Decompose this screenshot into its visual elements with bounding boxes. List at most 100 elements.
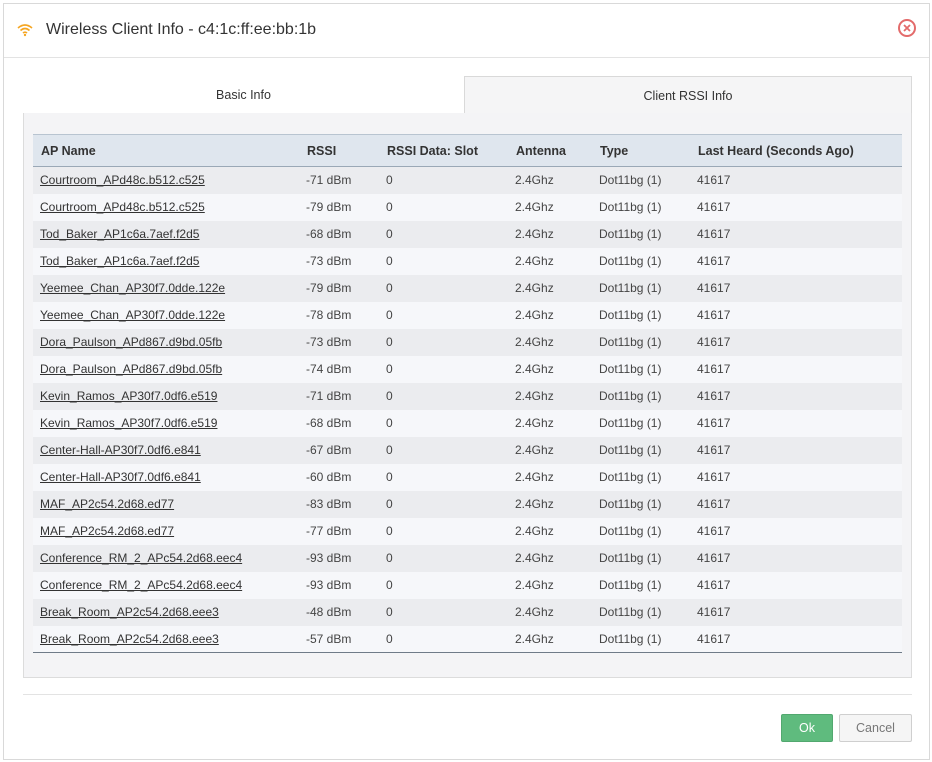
last-heard-cell: 41617	[697, 173, 731, 188]
last-heard-cell: 41617	[697, 362, 731, 376]
table-row: Kevin_Ramos_AP30f7.0df6.e519 -71 dBm 0 2.4G…	[33, 382, 902, 410]
slot-cell: 0	[386, 335, 393, 349]
ap-name-link[interactable]: Kevin_Ramos_AP30f7.0df6.e519	[40, 416, 217, 430]
antenna-cell: 2.4Ghz	[515, 281, 554, 295]
slot-cell: 0	[386, 497, 393, 511]
ap-name-link[interactable]: Break_Room_AP2c54.2d68.eee3	[40, 605, 219, 619]
table-row: Courtroom_APd48c.b512.c525 -71 dBm 0 2.4Ghz…	[33, 166, 902, 194]
type-cell: Dot11bg (1)	[599, 470, 662, 484]
last-heard-cell: 41617	[697, 470, 731, 484]
slot-cell: 0	[386, 389, 393, 403]
table-row: Center-Hall-AP30f7.0df6.e841 -67 dBm 0 2.4G…	[33, 436, 902, 464]
slot-cell: 0	[386, 443, 393, 457]
slot-cell: 0	[386, 254, 393, 268]
antenna-cell: 2.4Ghz	[515, 200, 554, 214]
ap-name-link[interactable]: Yeemee_Chan_AP30f7.0dde.122e	[40, 281, 225, 295]
slot-cell: 0	[386, 227, 393, 241]
antenna-cell: 2.4Ghz	[515, 362, 554, 376]
ap-name-link[interactable]: Yeemee_Chan_AP30f7.0dde.122e	[40, 308, 225, 322]
antenna-cell: 2.4Ghz	[515, 497, 554, 511]
ap-name-link[interactable]: Dora_Paulson_APd867.d9bd.05fb	[40, 335, 222, 349]
ap-name-link[interactable]: Tod_Baker_AP1c6a.7aef.f2d5	[40, 227, 199, 241]
close-icon	[903, 24, 911, 32]
ap-name-link[interactable]: Conference_RM_2_APc54.2d68.eec4	[40, 551, 242, 565]
column-header-rssi-slot[interactable]: RSSI Data: Slot	[379, 134, 508, 167]
type-cell: Dot11bg (1)	[599, 578, 662, 592]
ap-name-link[interactable]: Center-Hall-AP30f7.0df6.e841	[40, 443, 201, 457]
antenna-cell: 2.4Ghz	[515, 524, 554, 538]
tab-bar: Basic Info Client RSSI Info	[23, 76, 912, 114]
cancel-button[interactable]: Cancel	[839, 714, 912, 742]
type-cell: Dot11bg (1)	[599, 200, 662, 214]
tab-basic-info[interactable]: Basic Info	[23, 76, 464, 114]
ap-name-cell: MAF_AP2c54.2d68.ed77	[33, 491, 299, 518]
ap-name-link[interactable]: Dora_Paulson_APd867.d9bd.05fb	[40, 362, 222, 376]
ap-name-cell: Break_Room_AP2c54.2d68.eee3	[33, 625, 299, 653]
ap-name-cell: Dora_Paulson_APd867.d9bd.05fb	[33, 356, 299, 383]
slot-cell: 0	[386, 281, 393, 295]
ap-name-cell: Kevin_Ramos_AP30f7.0df6.e519	[33, 410, 299, 437]
column-header-type[interactable]: Type	[592, 134, 690, 167]
ap-name-cell: Break_Room_AP2c54.2d68.eee3	[33, 599, 299, 626]
ap-name-link[interactable]: Tod_Baker_AP1c6a.7aef.f2d5	[40, 254, 199, 268]
ap-name-link[interactable]: Center-Hall-AP30f7.0df6.e841	[40, 470, 201, 484]
type-cell: Dot11bg (1)	[599, 524, 662, 538]
tab-client-rssi-info[interactable]: Client RSSI Info	[464, 76, 912, 114]
ap-name-cell: Center-Hall-AP30f7.0df6.e841	[33, 437, 299, 464]
slot-cell: 0	[386, 362, 393, 376]
slot-cell: 0	[386, 578, 393, 592]
rssi-cell: -57 dBm	[299, 625, 379, 653]
ap-name-link[interactable]: MAF_AP2c54.2d68.ed77	[40, 524, 174, 538]
type-cell: Dot11bg (1)	[599, 416, 662, 430]
ap-name-link[interactable]: Conference_RM_2_APc54.2d68.eec4	[40, 578, 242, 592]
last-heard-cell: 41617	[697, 335, 731, 349]
type-cell: Dot11bg (1)	[599, 173, 662, 188]
ap-name-link[interactable]: MAF_AP2c54.2d68.ed77	[40, 497, 174, 511]
ap-name-link[interactable]: Kevin_Ramos_AP30f7.0df6.e519	[40, 389, 217, 403]
rssi-table: AP Name RSSI RSSI Data: Slot Antenna Typ…	[33, 134, 902, 653]
table-row: Center-Hall-AP30f7.0df6.e841 -60 dBm 0 2.4G…	[33, 463, 902, 491]
column-header-ap-name[interactable]: AP Name	[33, 134, 299, 167]
type-cell: Dot11bg (1)	[599, 389, 662, 403]
last-heard-cell: 41617	[697, 551, 731, 565]
ap-name-link[interactable]: Courtroom_APd48c.b512.c525	[40, 200, 205, 214]
table-row: MAF_AP2c54.2d68.ed77 -83 dBm 0 2.4Ghz Dot11b…	[33, 490, 902, 518]
last-heard-cell: 41617	[697, 497, 731, 511]
last-heard-cell: 41617	[697, 605, 731, 619]
ok-button[interactable]: Ok	[781, 714, 833, 742]
ap-name-cell: Dora_Paulson_APd867.d9bd.05fb	[33, 329, 299, 356]
antenna-cell: 2.4Ghz	[515, 308, 554, 322]
type-cell: Dot11bg (1)	[592, 625, 690, 653]
last-heard-cell: 41617	[697, 389, 731, 403]
table-row: Break_Room_AP2c54.2d68.eee3 -57 dBm 0 2.4Gh…	[33, 625, 902, 653]
type-cell: Dot11bg (1)	[599, 362, 662, 376]
type-cell: Dot11bg (1)	[599, 308, 662, 322]
type-cell: Dot11bg (1)	[599, 335, 662, 349]
last-heard-cell: 41617	[697, 200, 731, 214]
last-heard-cell: 41617	[697, 254, 731, 268]
ap-name-link[interactable]: Break_Room_AP2c54.2d68.eee3	[40, 632, 219, 646]
ap-name-cell: Yeemee_Chan_AP30f7.0dde.122e	[33, 302, 299, 329]
rssi-cell: -60 dBm	[306, 470, 352, 484]
antenna-cell: 2.4Ghz	[515, 551, 554, 565]
table-body: Courtroom_APd48c.b512.c525 -71 dBm 0 2.4Ghz…	[33, 166, 902, 653]
ap-name-cell: Courtroom_APd48c.b512.c525	[33, 167, 299, 194]
ap-name-cell: Yeemee_Chan_AP30f7.0dde.122e	[33, 275, 299, 302]
table-row: Conference_RM_2_APc54.2d68.eec4 -93 dBm 0 2…	[33, 571, 902, 599]
close-button[interactable]	[898, 19, 916, 37]
ap-name-cell: Conference_RM_2_APc54.2d68.eec4	[33, 545, 299, 572]
last-heard-cell: 41617	[690, 625, 902, 653]
slot-cell: 0	[386, 470, 393, 484]
table-header-row: AP Name RSSI RSSI Data: Slot Antenna Typ…	[33, 134, 902, 167]
type-cell: Dot11bg (1)	[599, 227, 662, 241]
column-header-antenna[interactable]: Antenna	[508, 134, 592, 167]
column-header-last-heard[interactable]: Last Heard (Seconds Ago)	[690, 134, 902, 167]
wireless-client-dialog: Wireless Client Info - c4:1c:ff:ee:bb:1b…	[3, 3, 930, 760]
rssi-cell: -93 dBm	[306, 578, 352, 592]
ap-name-cell: Tod_Baker_AP1c6a.7aef.f2d5	[33, 248, 299, 275]
slot-cell: 0	[386, 173, 393, 188]
column-header-rssi[interactable]: RSSI	[299, 134, 379, 167]
ap-name-link[interactable]: Courtroom_APd48c.b512.c525	[40, 173, 205, 187]
last-heard-cell: 41617	[697, 443, 731, 457]
rssi-cell: -71 dBm	[306, 173, 352, 188]
